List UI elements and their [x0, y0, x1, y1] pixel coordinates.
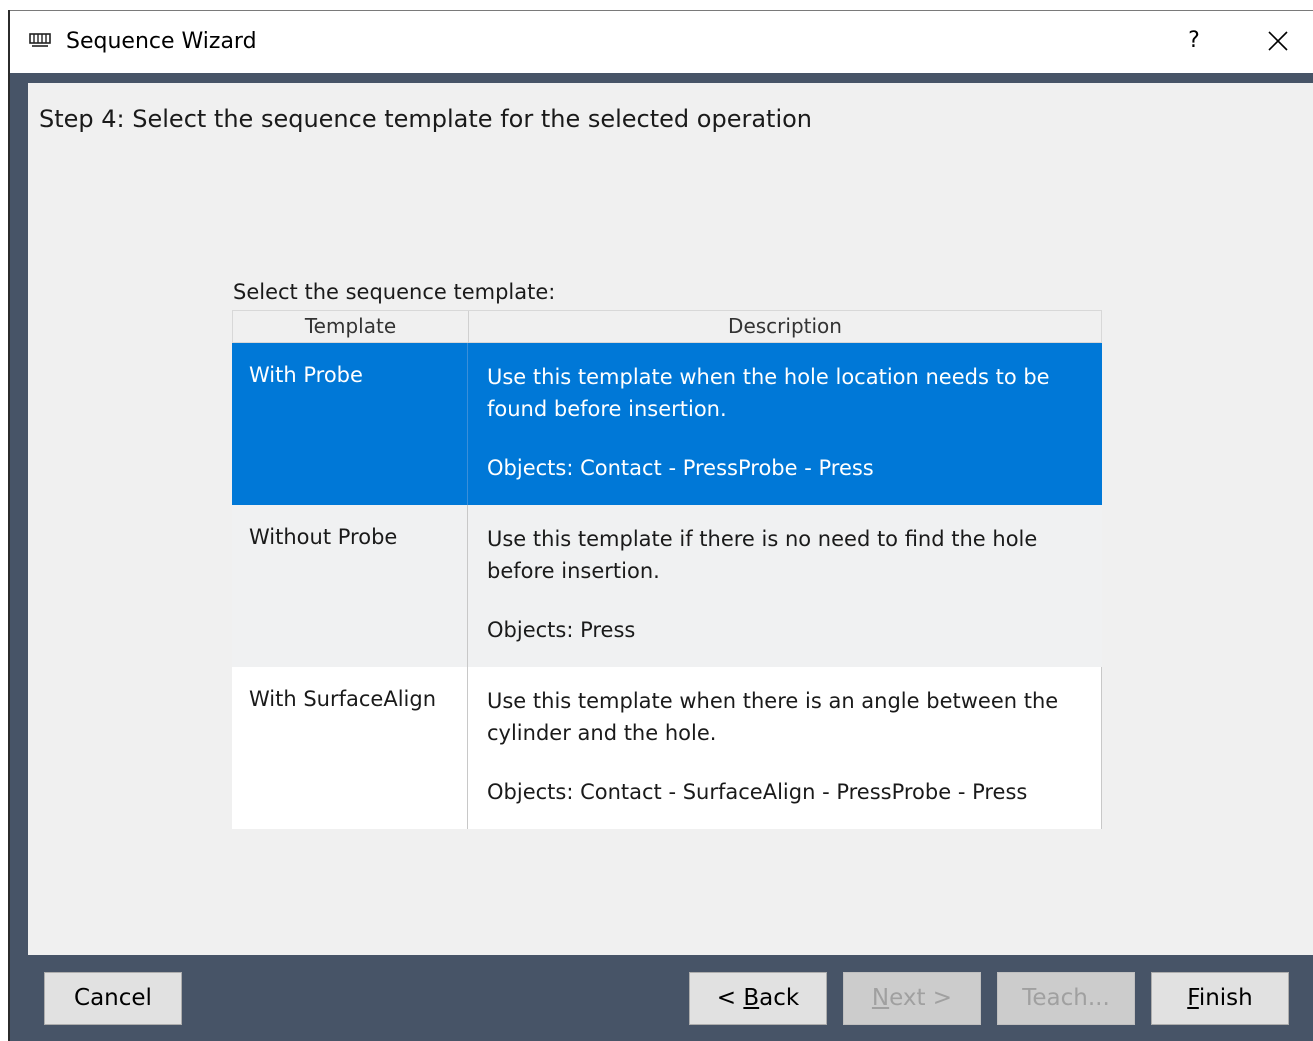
finish-rest: inish — [1198, 985, 1253, 1011]
back-button[interactable]: < Back — [689, 972, 827, 1025]
close-button[interactable] — [1258, 23, 1298, 59]
template-name: Without Probe — [249, 525, 398, 549]
template-description: Use this template when there is an angle… — [487, 689, 1059, 745]
table-row-with-surfacealign[interactable]: With SurfaceAlign Use this template when… — [232, 667, 1102, 829]
next-button[interactable]: Next > — [843, 972, 981, 1025]
close-icon — [1268, 31, 1288, 51]
template-list-label: Select the sequence template: — [233, 280, 556, 304]
template-objects: Objects: Press — [487, 618, 636, 642]
teach-button[interactable]: Teach... — [997, 972, 1135, 1025]
template-objects: Objects: Contact - PressProbe - Press — [487, 456, 874, 480]
template-table: Template Description With Probe Use this… — [232, 310, 1102, 829]
wizard-content: Step 4: Select the sequence template for… — [28, 83, 1313, 955]
back-rest: ack — [759, 985, 800, 1011]
step-title: Step 4: Select the sequence template for… — [39, 105, 813, 133]
template-objects: Objects: Contact - SurfaceAlign - PressP… — [487, 780, 1028, 804]
table-header: Template Description — [232, 310, 1102, 344]
help-button[interactable]: ? — [1176, 23, 1212, 59]
finish-button[interactable]: Finish — [1151, 972, 1289, 1025]
sequence-wizard-window: Sequence Wizard ? Step 4: Select the seq… — [8, 10, 1313, 1041]
table-row-without-probe[interactable]: Without Probe Use this template if there… — [232, 505, 1102, 667]
template-name: With SurfaceAlign — [249, 687, 437, 711]
wizard-app-icon — [29, 33, 51, 47]
title-bar: Sequence Wizard ? — [10, 10, 1313, 73]
finish-mnemonic: F — [1187, 985, 1199, 1011]
column-header-template[interactable]: Template — [233, 311, 469, 344]
back-mnemonic: B — [743, 985, 760, 1011]
template-description: Use this template if there is no need to… — [487, 527, 1038, 583]
template-description: Use this template when the hole location… — [487, 365, 1050, 421]
cancel-button[interactable]: Cancel — [44, 972, 182, 1025]
back-prefix: < — [716, 985, 744, 1011]
next-rest: ext > — [889, 985, 953, 1011]
column-header-description[interactable]: Description — [469, 311, 1101, 344]
next-mnemonic: N — [871, 985, 890, 1011]
template-name: With Probe — [249, 363, 363, 387]
window-title: Sequence Wizard — [66, 29, 257, 54]
table-row-with-probe[interactable]: With Probe Use this template when the ho… — [232, 343, 1102, 505]
